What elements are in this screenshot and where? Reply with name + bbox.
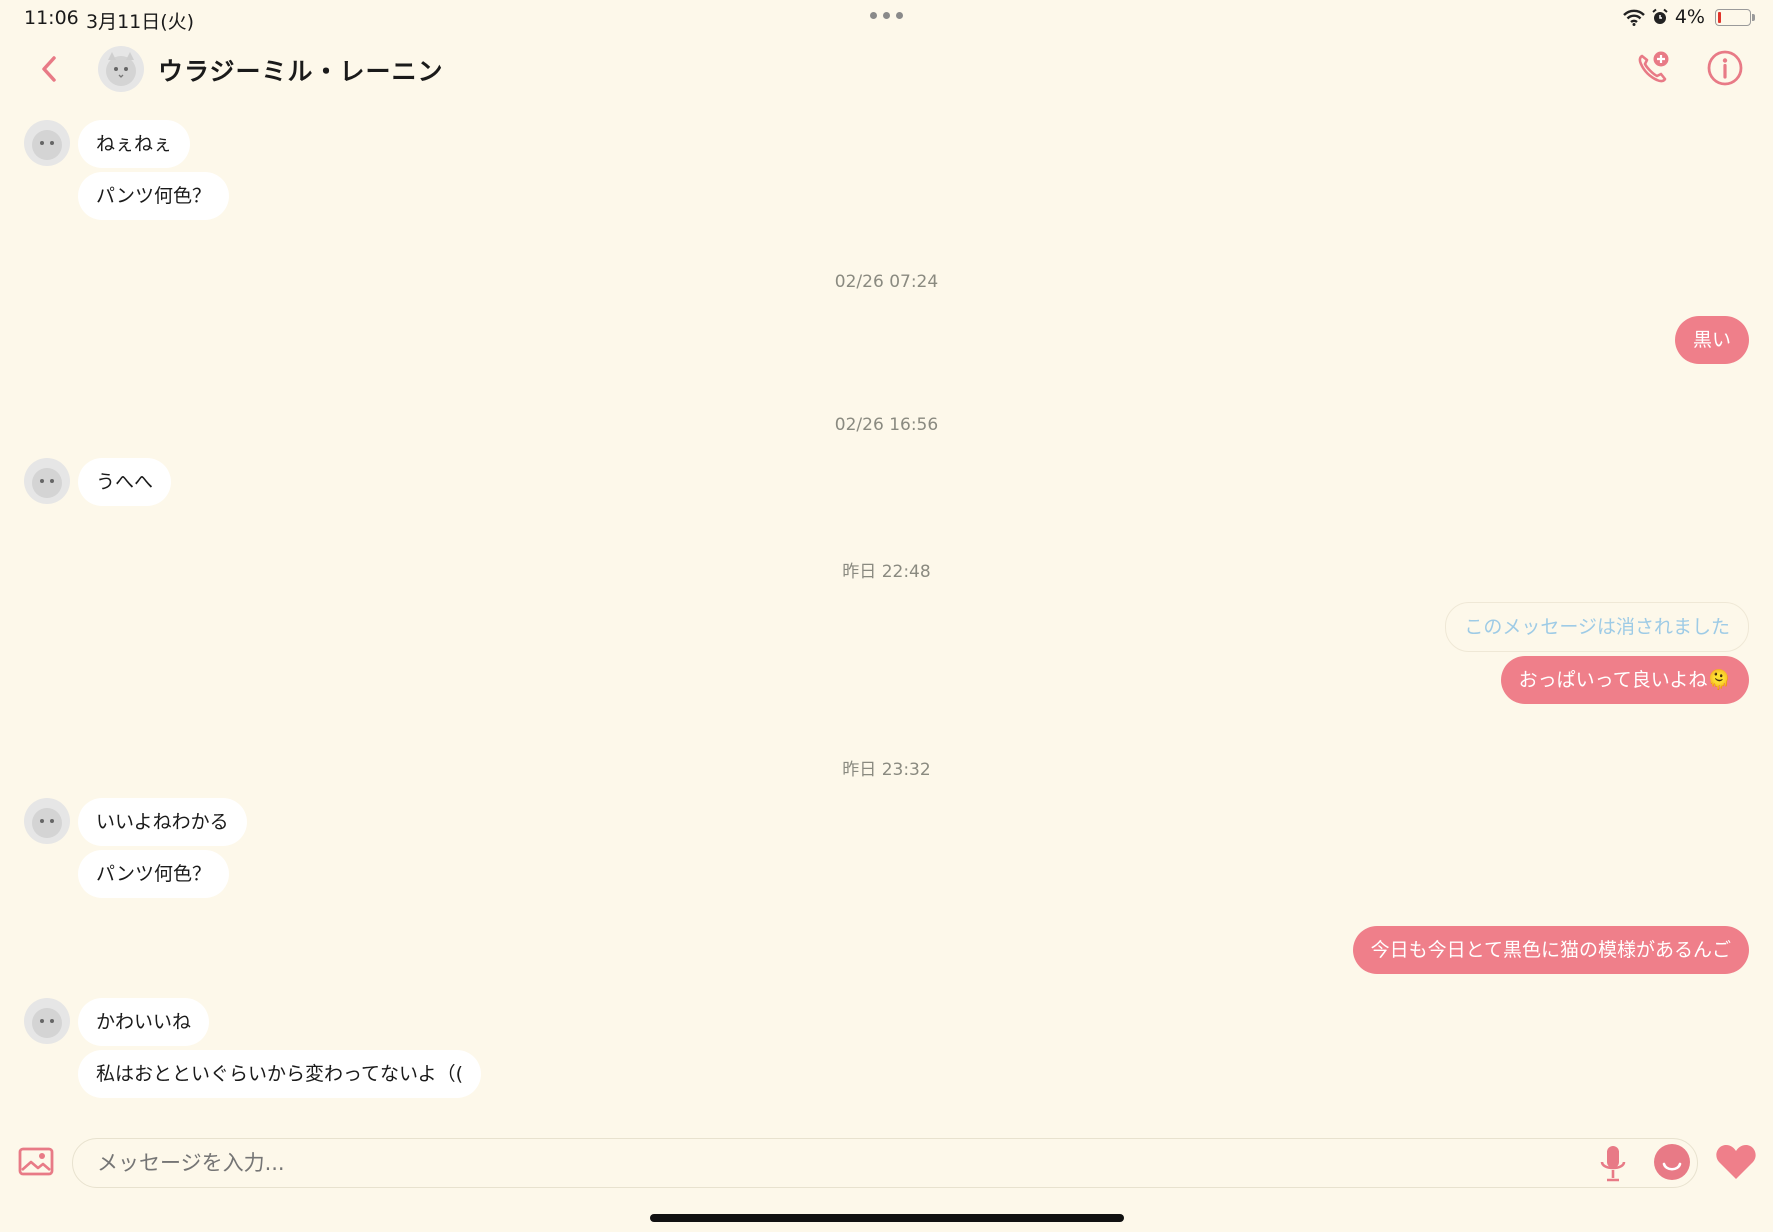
sender-avatar[interactable] <box>24 120 70 166</box>
add-call-icon[interactable] <box>1633 48 1673 88</box>
incoming-message[interactable]: かわいいね <box>78 998 210 1046</box>
microphone-icon[interactable] <box>1598 1144 1628 1184</box>
multitasking-dots-icon[interactable] <box>870 12 903 19</box>
message-list[interactable]: ねぇねぇ パンツ何色？ 02/26 07:24 黒い 02/26 16:56 う… <box>0 100 1773 1120</box>
contact-name[interactable]: ウラジーミル・レーニン <box>158 52 444 88</box>
emoji-icon[interactable] <box>1652 1142 1692 1182</box>
timestamp-divider: 昨日 23:32 <box>842 760 931 780</box>
sender-avatar[interactable] <box>24 798 70 844</box>
incoming-message[interactable]: いいよねわかる <box>78 798 247 846</box>
sender-avatar[interactable] <box>24 458 70 504</box>
battery-percent: 4% <box>1674 6 1705 28</box>
incoming-message[interactable]: ねぇねぇ <box>78 120 191 168</box>
contact-avatar[interactable] <box>98 46 144 92</box>
heart-icon[interactable] <box>1714 1142 1758 1182</box>
chat-header: ウラジーミル・レーニン <box>0 40 1773 100</box>
timestamp-divider: 02/26 07:24 <box>834 272 939 292</box>
status-bar: 11:06 3月11日(火) 4% <box>0 0 1773 36</box>
wifi-icon <box>1622 9 1645 26</box>
timestamp-divider: 02/26 16:56 <box>834 415 939 435</box>
deleted-message[interactable]: このメッセージは消されました <box>1445 602 1749 652</box>
image-picker-icon[interactable] <box>18 1144 54 1180</box>
timestamp-divider: 昨日 22:48 <box>842 562 931 582</box>
back-chevron-icon[interactable] <box>34 52 64 86</box>
info-icon[interactable] <box>1705 48 1745 88</box>
incoming-message[interactable]: 私はおとといぐらいから変わってないよ（( <box>78 1050 482 1098</box>
status-time: 11:06 <box>24 7 79 29</box>
battery-icon <box>1715 8 1755 26</box>
incoming-message[interactable]: パンツ何色？ <box>78 172 229 220</box>
message-input[interactable] <box>72 1138 1698 1188</box>
outgoing-message[interactable]: おっぱいって良いよね🫠 <box>1500 656 1749 704</box>
incoming-message[interactable]: パンツ何色？ <box>78 850 229 898</box>
sender-avatar[interactable] <box>24 998 70 1044</box>
outgoing-message[interactable]: 黒い <box>1674 316 1749 364</box>
outgoing-message[interactable]: 今日も今日とて黒色に猫の模様があるんご <box>1352 926 1749 974</box>
incoming-message[interactable]: うへへ <box>78 458 172 506</box>
home-indicator[interactable] <box>650 1214 1124 1222</box>
status-date: 3月11日(火) <box>86 11 195 33</box>
status-indicators: 4% <box>1622 6 1755 28</box>
alarm-icon <box>1652 8 1668 24</box>
message-input-bar <box>0 1122 1773 1192</box>
